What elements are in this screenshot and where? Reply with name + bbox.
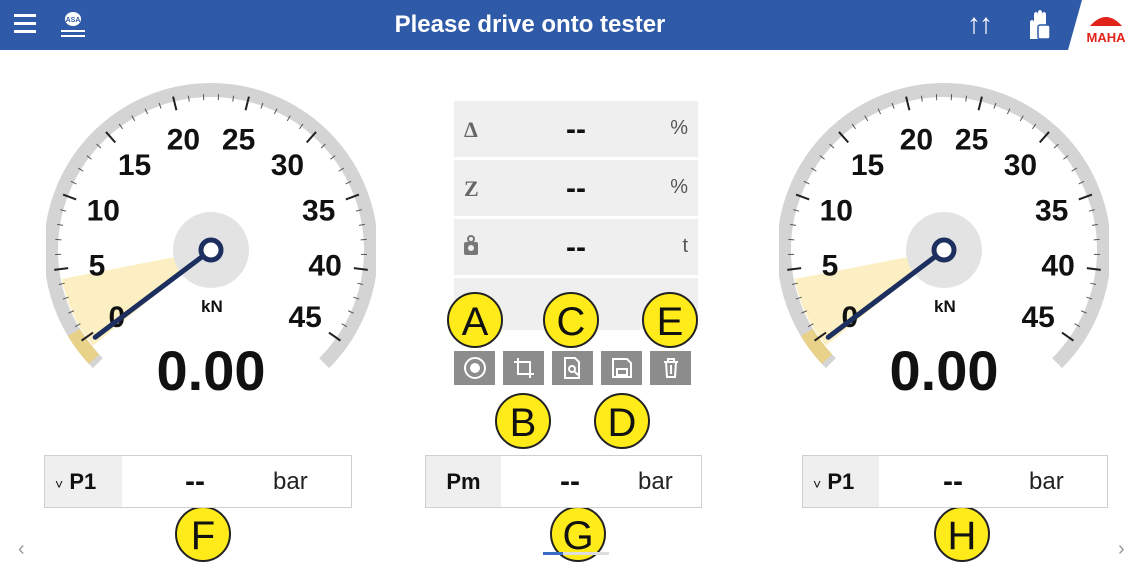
chevron-down-icon: ˅ [55, 476, 63, 492]
pressure-selector[interactable]: ˅ P1 [45, 456, 122, 507]
right-gauge-dial: 051015202530354045 [779, 68, 1109, 368]
gauge-unit: kN [201, 297, 223, 317]
pressure-label: P1 [827, 469, 854, 494]
search-document-icon [561, 356, 585, 380]
next-page-arrow[interactable]: › [1118, 538, 1125, 561]
gauge-tick-label: 15 [118, 149, 151, 182]
pressure-value: -- [185, 456, 205, 507]
gauge-tick-label: 5 [822, 249, 839, 282]
maha-logo-icon: MAHA [1068, 0, 1131, 50]
gauge-value: 0.00 [779, 338, 1109, 403]
delete-icon [659, 356, 683, 380]
gauge-needle-pivot [201, 240, 221, 260]
efficiency-unit: % [670, 176, 688, 199]
left-force-gauge: 051015202530354045 kN 0.00 [46, 68, 376, 408]
top-bar: ASA Please drive onto tester ↑↑ MAHA [0, 0, 1131, 50]
gauge-tick-label: 10 [820, 195, 853, 228]
brake-icon [463, 356, 487, 380]
weight-unit: t [682, 235, 688, 258]
efficiency-row: Z -- % [454, 160, 698, 216]
right-force-gauge: 051015202530354045 kN 0.00 [779, 68, 1109, 408]
pressure-unit: bar [273, 456, 308, 507]
gauge-tick-label: 40 [308, 249, 341, 282]
svg-text:MAHA: MAHA [1087, 30, 1127, 45]
gauge-tick-label: 30 [1004, 149, 1037, 182]
gauge-tick-label: 35 [302, 195, 335, 228]
right-pressure-box[interactable]: ˅ P1 -- bar [802, 455, 1108, 508]
difference-value: -- [454, 113, 698, 147]
annotation-b: B [495, 393, 551, 449]
left-gauge-dial: 051015202530354045 [46, 68, 376, 368]
gauge-tick-label: 5 [89, 249, 106, 282]
weight-row: -- t [454, 219, 698, 275]
gauge-unit: kN [934, 297, 956, 317]
annotation-a: A [447, 292, 503, 348]
left-pressure-box[interactable]: ˅ P1 -- bar [44, 455, 352, 508]
page-indicator [543, 552, 609, 555]
chevron-down-icon: ˅ [813, 476, 821, 492]
brake-test-button[interactable] [454, 351, 495, 385]
save-icon [610, 356, 634, 380]
gauge-tick-label: 20 [167, 123, 200, 156]
crop-icon [512, 356, 536, 380]
pressure-label: Pm [426, 456, 501, 507]
crop-button[interactable] [503, 351, 544, 385]
gauge-tick-label: 10 [87, 195, 120, 228]
gauge-tick-label: 15 [851, 149, 884, 182]
pressure-unit: bar [1029, 456, 1064, 507]
hand-remote-icon[interactable] [1024, 9, 1054, 41]
difference-unit: % [670, 117, 688, 140]
gauge-tick-label: 45 [1022, 301, 1055, 334]
annotation-e: E [642, 292, 698, 348]
difference-row: Δ -- % [454, 101, 698, 157]
pressure-selector[interactable]: ˅ P1 [803, 456, 879, 507]
efficiency-value: -- [454, 172, 698, 206]
save-button[interactable] [601, 351, 642, 385]
pressure-label: P1 [69, 469, 96, 494]
annotation-d: D [594, 393, 650, 449]
preview-report-button[interactable] [552, 351, 593, 385]
annotation-c: C [543, 292, 599, 348]
gauge-tick-label: 35 [1035, 195, 1068, 228]
up-arrows-icon[interactable]: ↑↑ [967, 8, 991, 40]
gauge-tick-label: 25 [955, 123, 988, 156]
gauge-tick-label: 45 [289, 301, 322, 334]
gauge-needle-pivot [934, 240, 954, 260]
page-title: Please drive onto tester [0, 0, 1060, 50]
pressure-value: -- [560, 456, 580, 507]
weight-value: -- [454, 231, 698, 265]
pressure-unit: bar [638, 456, 673, 507]
gauge-tick-label: 25 [222, 123, 255, 156]
pressure-value: -- [943, 456, 963, 507]
annotation-f: F [175, 506, 231, 562]
gauge-tick-label: 20 [900, 123, 933, 156]
gauge-value: 0.00 [46, 338, 376, 403]
middle-pressure-box: Pm -- bar [425, 455, 702, 508]
annotation-h: H [934, 506, 990, 562]
gauge-tick-label: 30 [271, 149, 304, 182]
previous-page-arrow[interactable]: ‹ [18, 538, 25, 561]
delete-button[interactable] [650, 351, 691, 385]
gauge-tick-label: 40 [1041, 249, 1074, 282]
